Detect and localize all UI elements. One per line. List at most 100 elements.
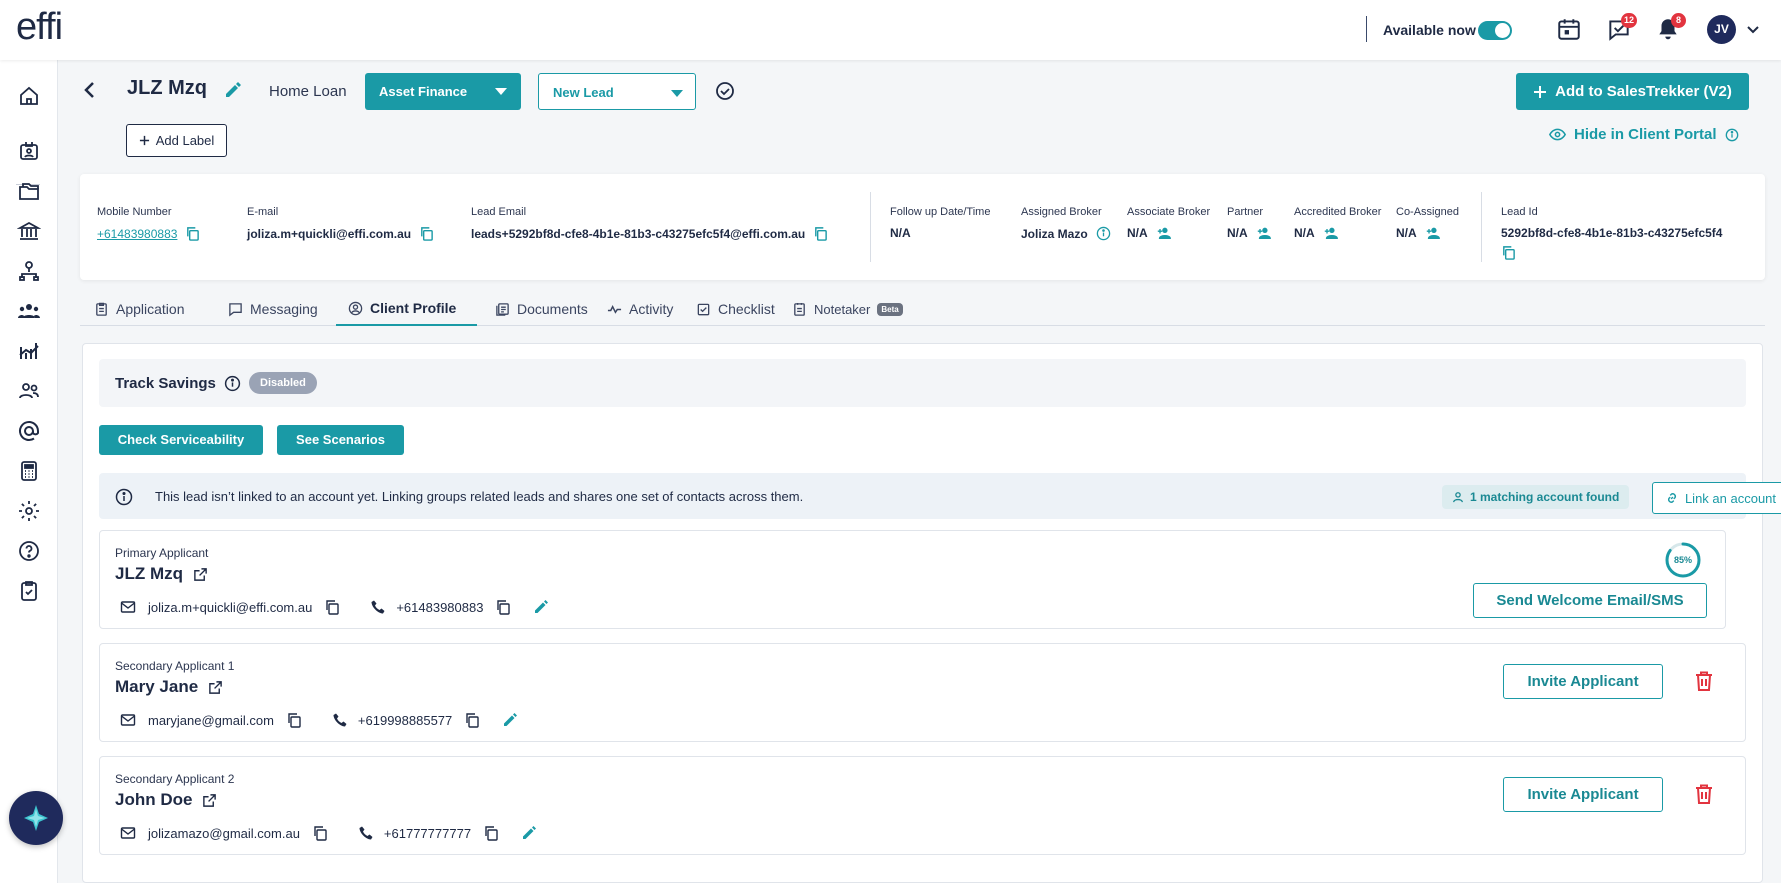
finance-type-select[interactable]: Asset Finance — [365, 73, 521, 110]
copy-icon[interactable] — [324, 599, 340, 615]
info-icon[interactable] — [1725, 128, 1739, 142]
lead-id-label: Lead Id — [1501, 206, 1538, 218]
trash-icon[interactable] — [1693, 783, 1715, 805]
calculator-icon[interactable] — [17, 459, 41, 483]
lead-status-select[interactable]: New Lead — [538, 73, 696, 110]
assigned-broker-label: Assigned Broker — [1021, 206, 1102, 218]
edit-icon[interactable] — [502, 712, 518, 728]
add-to-salestrekker-button[interactable]: Add to SalesTrekker (V2) — [1516, 73, 1749, 110]
followup-value: N/A — [890, 226, 911, 240]
tab-label: Application — [116, 301, 185, 317]
lead-tabs: Application Messaging Client Profile Doc… — [80, 292, 1765, 326]
tab-client-profile[interactable]: Client Profile — [336, 292, 477, 326]
co-assigned-value: N/A — [1396, 226, 1417, 240]
add-person-icon[interactable] — [1156, 226, 1172, 240]
org-chart-icon[interactable] — [17, 259, 41, 283]
edit-icon[interactable] — [521, 825, 537, 841]
copy-icon[interactable] — [419, 226, 434, 241]
tab-messaging[interactable]: Messaging — [216, 292, 330, 326]
hide-in-client-portal-link[interactable]: Hide in Client Portal — [1549, 126, 1739, 143]
copy-icon[interactable] — [813, 226, 828, 241]
avatar[interactable]: JV — [1707, 15, 1736, 44]
external-link-icon[interactable] — [202, 793, 217, 808]
track-savings-status-badge: Disabled — [249, 372, 317, 394]
tab-application[interactable]: Application — [82, 292, 197, 326]
accredited-broker-label: Accredited Broker — [1294, 206, 1382, 218]
applicant-name: JLZ Mzq — [115, 564, 208, 584]
assigned-broker-field: Assigned Broker Joliza Mazo — [1021, 206, 1111, 241]
external-link-icon[interactable] — [208, 680, 223, 695]
add-label-button[interactable]: Add Label — [126, 124, 227, 157]
edit-name-icon[interactable] — [224, 81, 242, 99]
completion-label: 85% — [1674, 555, 1692, 565]
tab-notetaker[interactable]: Notetaker Beta — [780, 292, 915, 326]
availability-toggle[interactable] — [1478, 21, 1512, 40]
tab-documents[interactable]: Documents — [483, 292, 600, 326]
add-person-icon[interactable] — [1256, 226, 1272, 240]
copy-icon[interactable] — [483, 825, 499, 841]
add-person-icon[interactable] — [1425, 226, 1441, 240]
add-person-icon[interactable] — [1323, 226, 1339, 240]
edit-icon[interactable] — [533, 599, 549, 615]
applicant-contact: jolizamazo@gmail.com.au +61777777777 — [120, 825, 537, 841]
calendar-icon[interactable] — [1556, 16, 1582, 42]
applicant-phone: +61483980883 — [396, 599, 484, 615]
settings-icon[interactable] — [17, 499, 41, 523]
applicant-name: John Doe — [115, 790, 217, 810]
applicant-contact: joliza.m+quickli@effi.com.au +6148398088… — [120, 599, 549, 615]
email-label: E-mail — [247, 206, 279, 218]
bell-icon[interactable]: 8 — [1655, 13, 1686, 42]
effi-logo[interactable]: effi — [16, 6, 63, 49]
email-field: E-mail joliza.m+quickli@effi.com.au — [247, 206, 434, 241]
copy-icon[interactable] — [495, 599, 511, 615]
copy-icon[interactable] — [286, 712, 302, 728]
copy-icon[interactable] — [1501, 245, 1516, 260]
trash-icon[interactable] — [1693, 670, 1715, 692]
external-link-icon[interactable] — [193, 567, 208, 582]
info-icon[interactable] — [224, 375, 241, 392]
copy-icon[interactable] — [185, 226, 200, 241]
link-account-label: Link an account — [1684, 490, 1777, 506]
accredited-broker-field: Accredited Broker N/A — [1294, 206, 1381, 240]
applicant-contact: maryjane@gmail.com +619998885577 — [120, 712, 518, 728]
tasks-icon[interactable]: 12 — [1606, 13, 1637, 42]
person-icon — [1453, 492, 1463, 503]
copy-icon[interactable] — [464, 712, 480, 728]
matching-account-badge[interactable]: 1 matching account found — [1442, 485, 1630, 509]
team-icon[interactable] — [17, 299, 41, 323]
check-circle-icon[interactable] — [715, 81, 735, 101]
tab-checklist[interactable]: Checklist — [684, 292, 787, 326]
info-icon[interactable] — [1096, 226, 1111, 241]
assistant-fab[interactable] — [9, 791, 63, 845]
invite-applicant-button[interactable]: Invite Applicant — [1503, 777, 1663, 812]
chevron-down-icon[interactable] — [1745, 21, 1761, 37]
analytics-icon[interactable] — [17, 339, 41, 363]
applicant-email: joliza.m+quickli@effi.com.au — [148, 599, 313, 615]
tab-label: Checklist — [718, 301, 775, 317]
applicant-email: jolizamazo@gmail.com.au — [148, 825, 300, 841]
track-savings-title: Track Savings — [115, 375, 216, 392]
completion-ring: 85% — [1665, 542, 1701, 578]
at-icon[interactable] — [17, 419, 41, 443]
copy-icon[interactable] — [312, 825, 328, 841]
mobile-link[interactable]: +61483980883 — [97, 227, 177, 241]
bank-icon[interactable] — [17, 219, 41, 243]
link-account-button[interactable]: Link an account — [1652, 482, 1781, 514]
account-link-notice-text: This lead isn’t linked to an account yet… — [155, 489, 804, 504]
back-icon[interactable] — [79, 79, 101, 101]
see-scenarios-button[interactable]: See Scenarios — [277, 425, 404, 455]
contacts-icon[interactable] — [17, 139, 41, 163]
send-welcome-button[interactable]: Send Welcome Email/SMS — [1473, 583, 1707, 618]
folders-icon[interactable] — [17, 179, 41, 203]
help-icon[interactable] — [17, 539, 41, 563]
home-icon[interactable] — [17, 84, 41, 108]
add-to-salestrekker-label: Add to SalesTrekker (V2) — [1555, 83, 1732, 100]
invite-applicant-button[interactable]: Invite Applicant — [1503, 664, 1663, 699]
applicant-kind: Primary Applicant — [115, 546, 209, 560]
tab-activity[interactable]: Activity — [595, 292, 685, 326]
users-icon[interactable] — [17, 379, 41, 403]
associate-broker-field: Associate Broker N/A — [1127, 206, 1210, 240]
check-serviceability-button[interactable]: Check Serviceability — [99, 425, 263, 455]
followup-label: Follow up Date/Time — [890, 206, 991, 218]
clipboard-icon[interactable] — [17, 579, 41, 603]
